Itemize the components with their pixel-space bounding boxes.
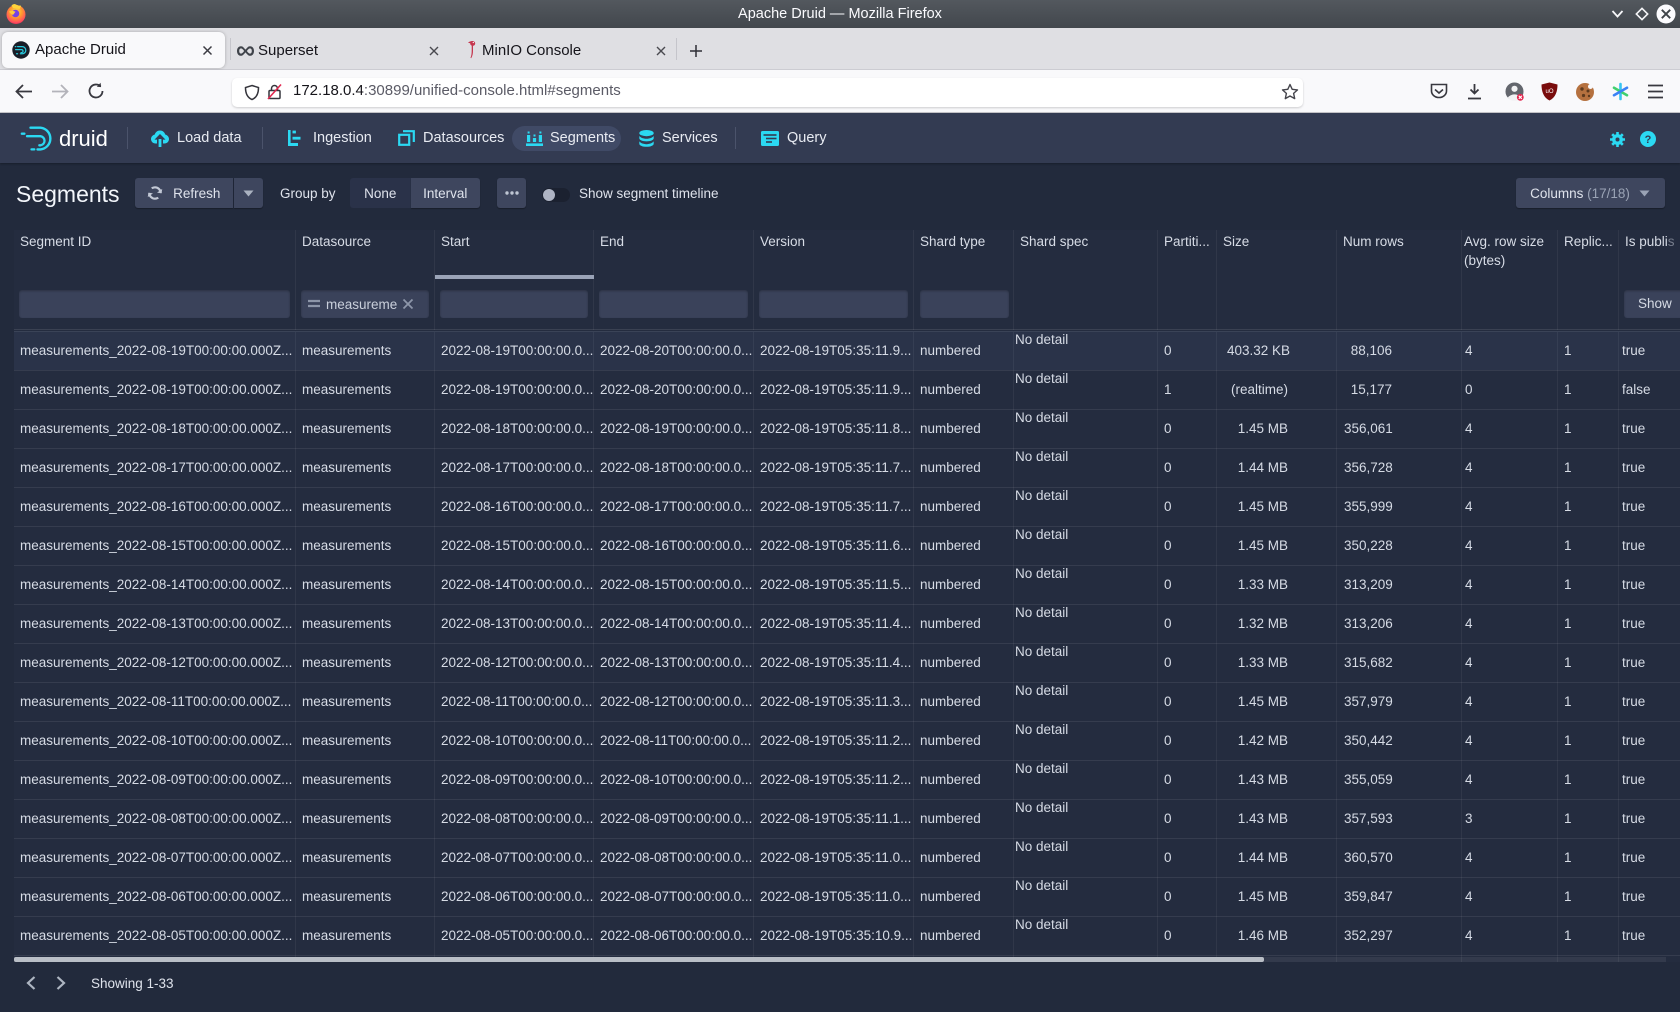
svg-text:uO: uO: [1545, 89, 1553, 95]
svg-text:?: ?: [1645, 134, 1652, 146]
